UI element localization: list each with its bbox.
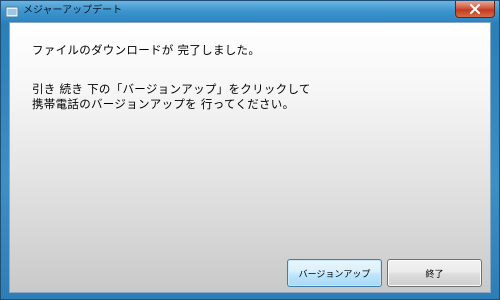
upgrade-button[interactable]: バージョンアップ	[287, 259, 382, 287]
message-line-2: 引き 続き 下の「バージョンアップ」をクリックして	[32, 82, 311, 96]
title-bar[interactable]: メジャーアップデート	[1, 1, 499, 21]
close-icon	[469, 4, 481, 14]
message-line-3: 携帯電話のバージョンアップを 行ってください。	[32, 97, 295, 111]
app-icon	[5, 4, 19, 18]
message-line-1: ファイルのダウンロードが 完了しました。	[32, 43, 261, 57]
dialog-content: ファイルのダウンロードが 完了しました。 引き 続き 下の「バージョンアップ」を…	[9, 22, 491, 293]
window-title: メジャーアップデート	[23, 5, 123, 16]
dialog-window: メジャーアップデート ファイルのダウンロードが 完了しました。 引き 続き 下の…	[0, 0, 500, 300]
exit-button[interactable]: 終了	[387, 259, 482, 287]
close-button[interactable]	[455, 1, 495, 18]
